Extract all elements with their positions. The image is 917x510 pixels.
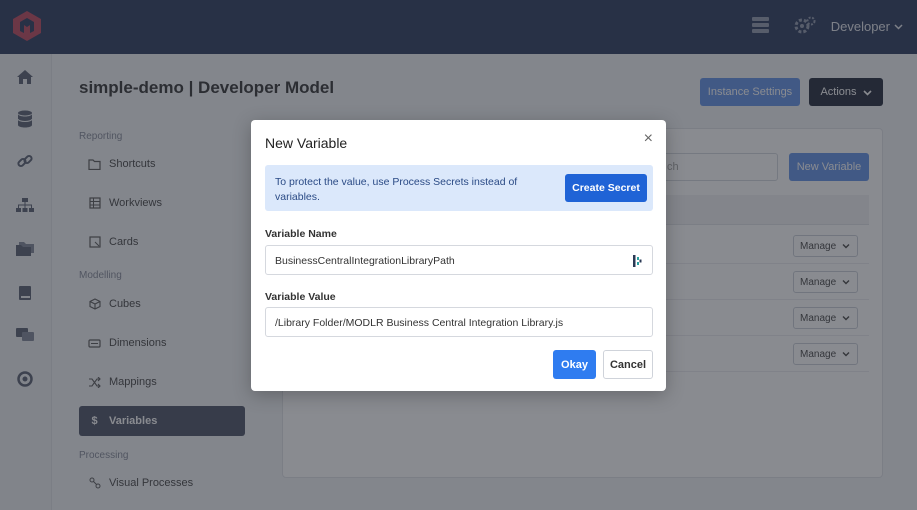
variable-name-field[interactable]: BusinessCentralIntegrationLibraryPath bbox=[265, 245, 653, 275]
create-secret-button[interactable]: Create Secret bbox=[565, 174, 647, 202]
password-manager-icon[interactable] bbox=[632, 254, 642, 268]
new-variable-dialog: New Variable × To protect the value, use… bbox=[251, 120, 666, 391]
variable-value-field[interactable]: /Library Folder/MODLR Business Central I… bbox=[265, 307, 653, 337]
variable-name-value: BusinessCentralIntegrationLibraryPath bbox=[275, 255, 455, 267]
close-icon[interactable]: × bbox=[644, 131, 653, 147]
okay-button[interactable]: Okay bbox=[553, 350, 596, 379]
dialog-title: New Variable bbox=[265, 135, 348, 151]
cancel-button[interactable]: Cancel bbox=[603, 350, 653, 379]
variable-value-label: Variable Value bbox=[265, 291, 336, 303]
variable-name-label: Variable Name bbox=[265, 228, 337, 240]
variable-value-value: /Library Folder/MODLR Business Central I… bbox=[275, 317, 564, 329]
info-alert: To protect the value, use Process Secret… bbox=[265, 165, 653, 211]
alert-text: To protect the value, use Process Secret… bbox=[275, 176, 518, 203]
